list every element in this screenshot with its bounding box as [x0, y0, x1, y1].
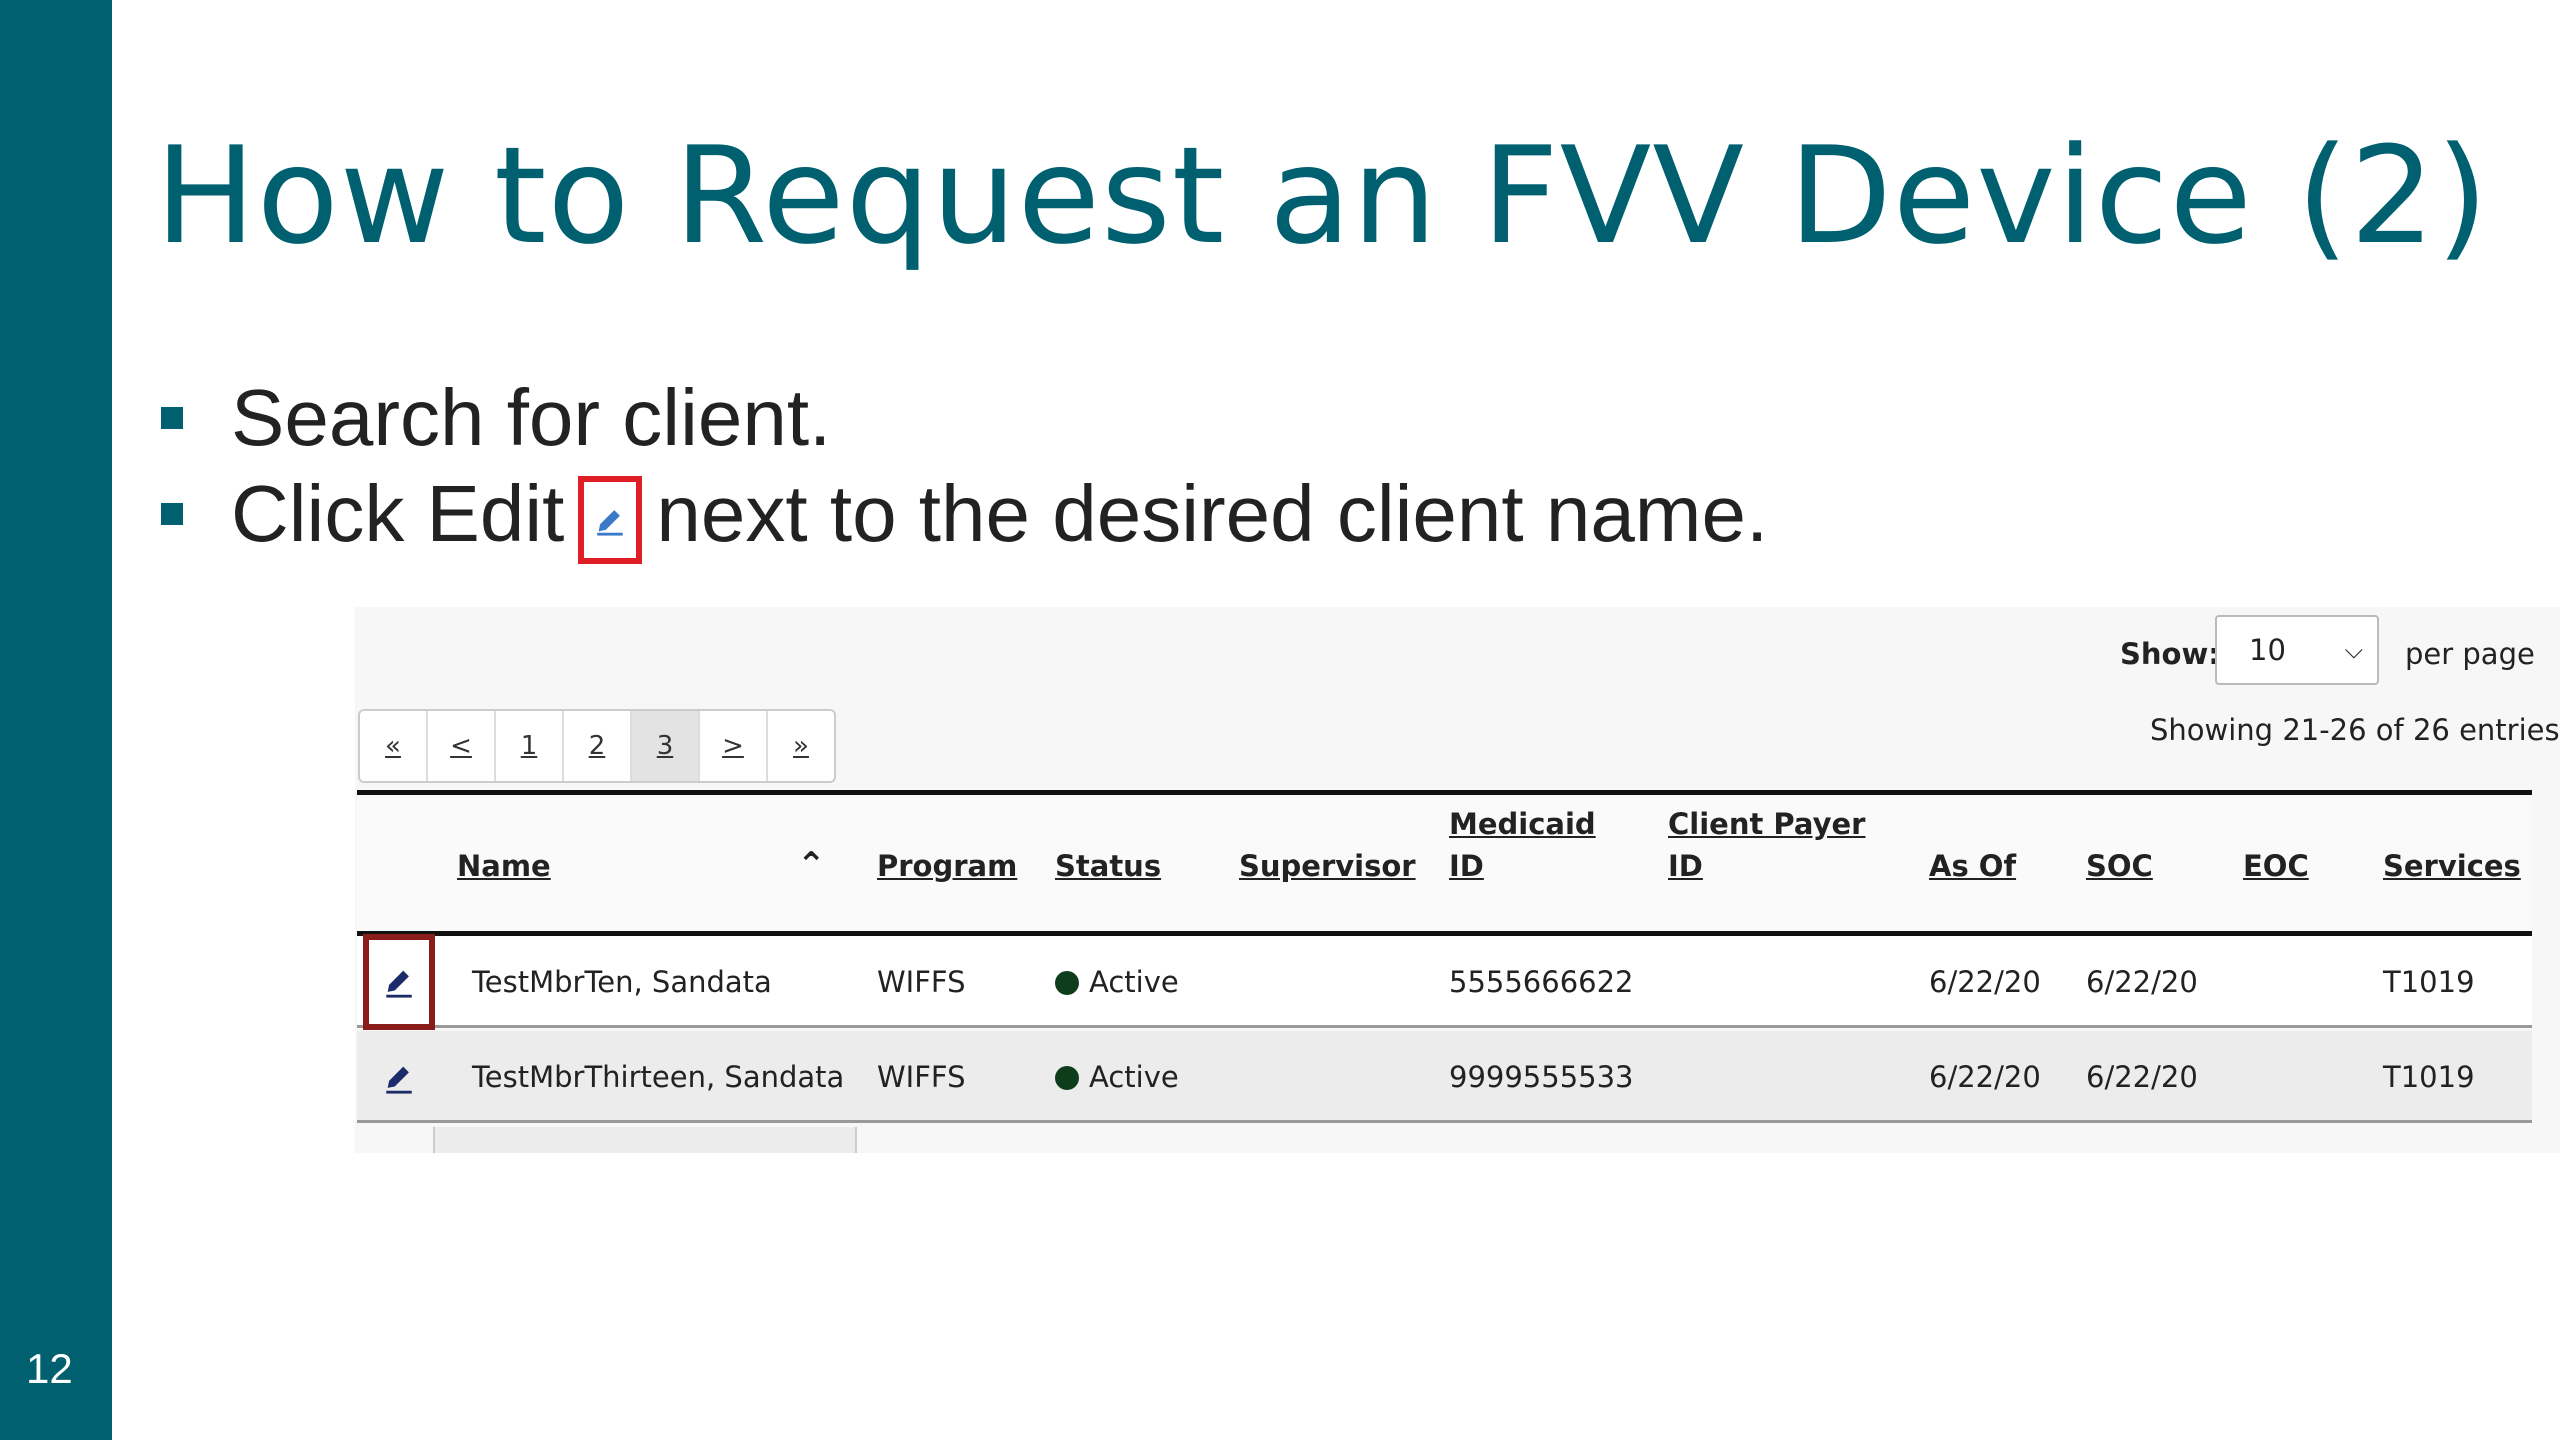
- per-page-value: 10: [2249, 633, 2286, 667]
- bullet-text-after: next to the desired client name.: [656, 469, 1769, 558]
- cell-status: Active: [1055, 1031, 1179, 1123]
- first-page-button[interactable]: «: [360, 711, 428, 781]
- bullet-item: Search for client.: [155, 370, 1768, 466]
- cell-name: TestMbrTen, Sandata: [472, 965, 772, 999]
- page-1-button[interactable]: 1: [496, 711, 564, 781]
- table-header: Name ⌃ Program Status Supervisor Medicai…: [357, 795, 2532, 939]
- cell-services: T1019: [2383, 965, 2475, 999]
- prev-page-button[interactable]: <: [428, 711, 496, 781]
- per-page-label: per page: [2405, 637, 2535, 671]
- table-row: TestMbrThirteen, Sandata WIFFS Active 99…: [357, 1031, 2532, 1123]
- column-header-status[interactable]: Status: [1055, 845, 1161, 887]
- cell-as-of: 6/22/20: [1929, 1060, 2041, 1094]
- cell-program: WIFFS: [877, 1060, 966, 1094]
- slide-title: How to Request an FVV Device (2): [155, 118, 2490, 274]
- cell-name: TestMbrThirteen, Sandata: [472, 1060, 845, 1094]
- show-label: Show:: [2120, 637, 2220, 671]
- pencil-icon: [578, 476, 643, 564]
- cell-soc: 6/22/20: [2086, 965, 2198, 999]
- status-text: Active: [1089, 1060, 1179, 1094]
- column-header-supervisor[interactable]: Supervisor: [1239, 845, 1416, 887]
- next-page-button[interactable]: >: [700, 711, 768, 781]
- edit-button[interactable]: [363, 1035, 435, 1121]
- last-page-button[interactable]: »: [768, 711, 834, 781]
- entries-count: Showing 21-26 of 26 entries: [2150, 713, 2560, 747]
- chevron-down-icon: ⌵: [2344, 636, 2363, 664]
- cell-services: T1019: [2383, 1060, 2475, 1094]
- chevron-up-icon[interactable]: ⌃: [797, 845, 826, 885]
- status-dot-icon: [1055, 971, 1079, 995]
- slide-number: 12: [26, 1345, 73, 1392]
- cell-program: WIFFS: [877, 965, 966, 999]
- cell-status: Active: [1055, 936, 1179, 1028]
- column-header-name[interactable]: Name: [457, 845, 551, 887]
- pencil-icon: [386, 970, 412, 998]
- column-header-soc[interactable]: SOC: [2086, 845, 2153, 887]
- bullet-marker: [161, 407, 183, 429]
- bullet-list: Search for client. Click Edit next to th…: [155, 370, 1769, 564]
- bullet-item: Click Edit next to the desired client na…: [155, 466, 1769, 564]
- column-header-program[interactable]: Program: [877, 845, 1017, 887]
- column-header-eoc[interactable]: EOC: [2243, 845, 2309, 887]
- edit-button[interactable]: [363, 934, 435, 1030]
- status-text: Active: [1089, 965, 1179, 999]
- cell-as-of: 6/22/20: [1929, 965, 2041, 999]
- column-header-as-of[interactable]: As Of: [1929, 845, 2016, 887]
- column-header-services[interactable]: Services: [2383, 845, 2521, 887]
- status-dot-icon: [1055, 1066, 1079, 1090]
- page-2-button[interactable]: 2: [564, 711, 632, 781]
- cell-medicaid-id: 9999555533: [1449, 1060, 1634, 1094]
- pagination: « < 1 2 3 > »: [358, 709, 836, 783]
- sidebar-band: 12: [0, 0, 112, 1440]
- bullet-text: Search for client.: [231, 373, 832, 462]
- bullet-text-before: Click Edit: [231, 469, 565, 558]
- cell-medicaid-id: 5555666622: [1449, 965, 1634, 999]
- column-header-client-payer-id[interactable]: Client Payer ID: [1668, 803, 1868, 887]
- table-row: TestMbrTen, Sandata WIFFS Active 5555666…: [357, 934, 2532, 1030]
- bullet-marker: [161, 503, 183, 525]
- client-list-screenshot: Show: 10 ⌵ per page Showing 21-26 of 26 …: [355, 607, 2560, 1153]
- per-page-select[interactable]: 10 ⌵: [2215, 615, 2379, 685]
- pencil-icon: [386, 1066, 412, 1094]
- column-header-medicaid-id[interactable]: Medicaid ID: [1449, 803, 1599, 887]
- cell-soc: 6/22/20: [2086, 1060, 2198, 1094]
- page-3-button[interactable]: 3: [632, 711, 700, 781]
- horizontal-scrollbar[interactable]: [433, 1127, 857, 1153]
